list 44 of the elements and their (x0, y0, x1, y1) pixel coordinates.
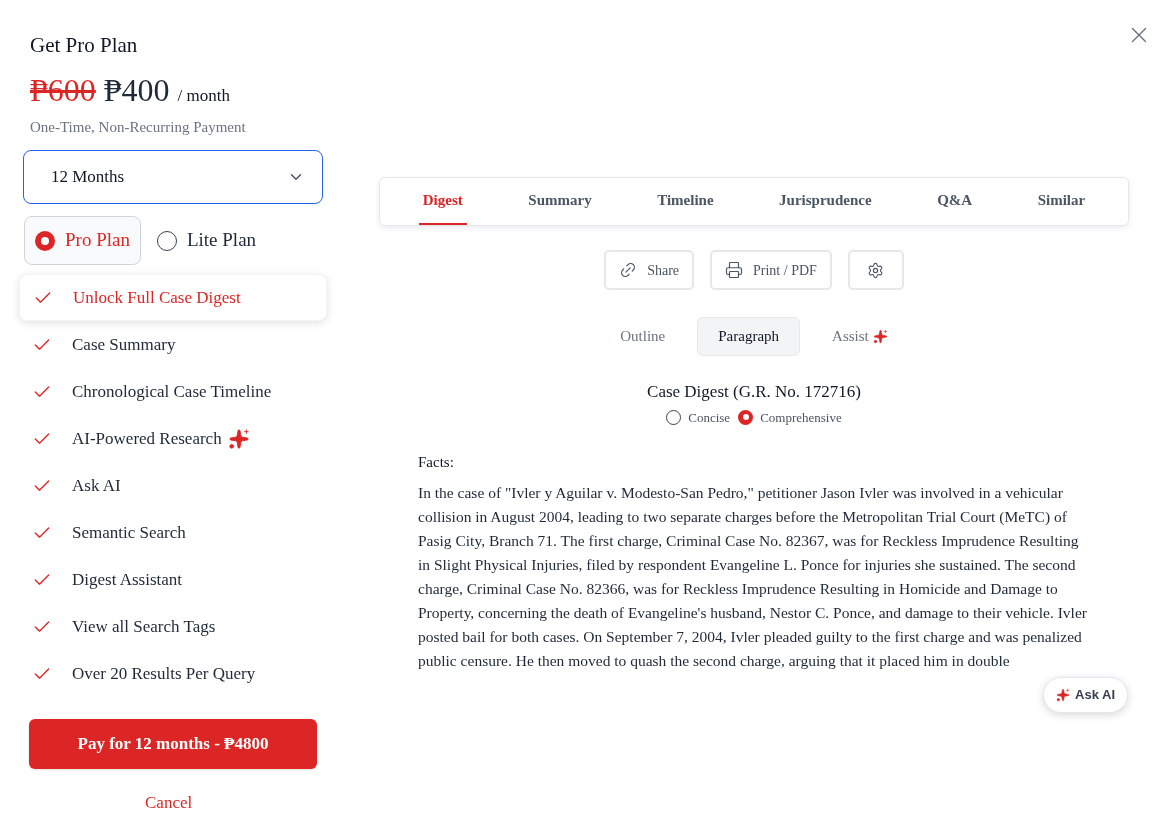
price-period: / month (177, 84, 230, 107)
share-button[interactable]: Share (604, 250, 695, 290)
pay-button[interactable]: Pay for 12 months - ₱4800 (29, 719, 317, 769)
feature-item: Digest Assistant (19, 556, 327, 603)
tab[interactable]: Summary (524, 178, 596, 225)
duration-select[interactable]: 12 Months (23, 150, 323, 204)
feature-item: Ask AI (19, 462, 327, 509)
settings-button[interactable] (847, 250, 904, 290)
price: ₱400 (103, 70, 170, 110)
payment-note: One-Time, Non-Recurring Payment (30, 117, 247, 137)
tab[interactable]: Jurisprudence (775, 178, 876, 225)
sparkle-icon (1056, 687, 1070, 702)
feature-item: Over 20 Results Per Query (19, 650, 327, 697)
print-button[interactable]: Print / PDF (710, 250, 832, 290)
tab[interactable]: Q&A (933, 178, 977, 225)
old-price: ₱600 (30, 70, 96, 110)
printer-icon (725, 261, 744, 279)
tab[interactable]: Similar (1033, 178, 1090, 225)
plan-option[interactable]: Lite Plan (156, 216, 257, 265)
feature-item: Case Summary (19, 321, 327, 368)
feature-item: AI-Powered Research (19, 415, 327, 462)
view-mode-tab[interactable]: Paragraph (697, 317, 801, 356)
feature-item: Semantic Search (19, 509, 327, 556)
digest-title: Case Digest (G.R. No. 172716) (647, 381, 861, 403)
radio-button[interactable] (738, 409, 754, 425)
settings-icon (867, 261, 885, 279)
radio-button[interactable] (156, 230, 177, 251)
digest-paragraph: In the case of "Ivler y Aguilar v. Modesto-San Pedro," petitioner Jason Ivler was involved in a vehicular collision in August 2004, leading to two separate charges before the Metropolitan Trial Court (MeTC) of Pasig City, Branch 71. The first charge, Criminal Case No. 82367, was for Reckless Imprudence Resulting in Slight Physical Injuries, filed by respondent Evangeline L. Ponce for injuries she sustained. The second charge, Criminal Case No. 82366, was for Reckless Imprudence Resulting in Homicide and Damage to Property, concerning the death of Evangeline's husband, Nestor C. Ponce, and damage to their vehicle. Ivler posted bail for both cases. On September 7, 2004, Ivler pleaded guilty to the first charge and was penalized public censure. He then moved to quash the second charge, arguing that it placed him in double (418, 482, 1088, 671)
view-mode-tab[interactable]: Assist (812, 317, 908, 356)
view-mode-tab[interactable]: Outline (600, 317, 686, 356)
radio-button[interactable] (666, 409, 682, 425)
tab[interactable]: Timeline (653, 178, 718, 225)
feature-item: View all Search Tags (19, 603, 327, 650)
ask-ai-button[interactable]: Ask AI (1043, 676, 1128, 713)
radio-button[interactable] (35, 230, 55, 251)
cancel-link[interactable]: Cancel (145, 790, 193, 816)
radio-label: Comprehensive (760, 408, 842, 427)
feature-item: Unlock Full Case Digest (19, 274, 327, 321)
plan-option[interactable]: Pro Plan (24, 216, 141, 265)
dialog-title: Get Pro Plan (30, 32, 139, 59)
feature-item: Chronological Case Timeline (19, 368, 327, 415)
tab[interactable]: Digest (418, 178, 467, 225)
radio-label: Concise (688, 408, 731, 427)
section-heading: Facts: (418, 453, 455, 472)
